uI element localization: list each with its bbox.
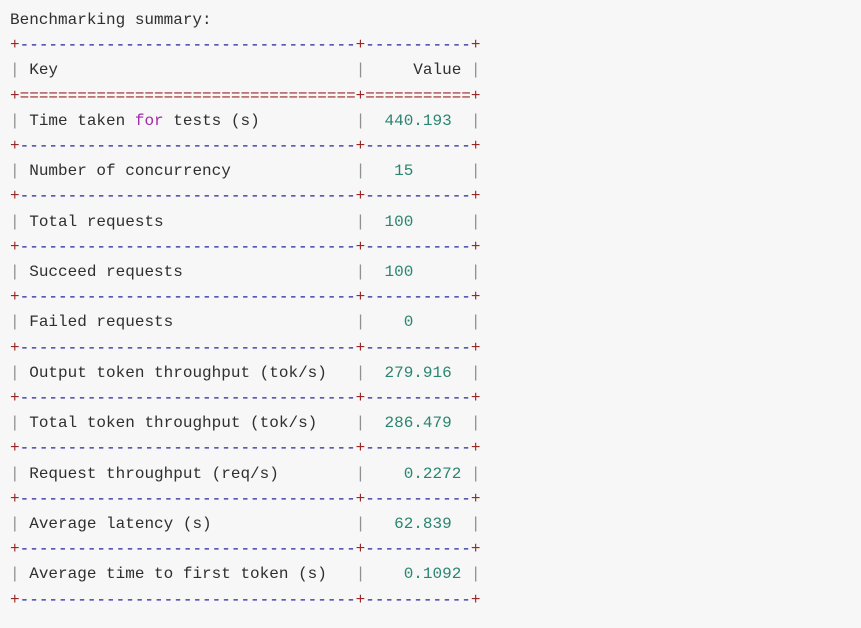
table-border: +-----------------------------------+---… <box>10 36 481 54</box>
table-row: | Failed requests | 0 | <box>10 313 481 331</box>
table-row: | Total token throughput (tok/s) | 286.4… <box>10 414 481 432</box>
table-row: | Total requests | 100 | <box>10 213 481 231</box>
table-row: | Number of concurrency | 15 | <box>10 162 481 180</box>
table-border: +-----------------------------------+---… <box>10 288 481 306</box>
table-border: +-----------------------------------+---… <box>10 389 481 407</box>
table-border: +-----------------------------------+---… <box>10 439 481 457</box>
table-border: +-----------------------------------+---… <box>10 540 481 558</box>
table-border: +-----------------------------------+---… <box>10 490 481 508</box>
benchmark-table: +-----------------------------------+---… <box>10 36 481 608</box>
summary-title: Benchmarking summary: <box>10 11 212 29</box>
table-row: | Average time to first token (s) | 0.10… <box>10 565 481 583</box>
table-row: | Succeed requests | 100 | <box>10 263 481 281</box>
table-border: +===================================+===… <box>10 87 481 105</box>
benchmark-output: Benchmarking summary: +-----------------… <box>0 0 861 613</box>
table-border: +-----------------------------------+---… <box>10 187 481 205</box>
table-border: +-----------------------------------+---… <box>10 339 481 357</box>
table-header-row: | Key | Value | <box>10 61 481 79</box>
table-row: | Time taken for tests (s) | 440.193 | <box>10 112 481 130</box>
table-row: | Request throughput (req/s) | 0.2272 | <box>10 465 481 483</box>
table-border: +-----------------------------------+---… <box>10 591 481 609</box>
table-row: | Average latency (s) | 62.839 | <box>10 515 481 533</box>
table-border: +-----------------------------------+---… <box>10 137 481 155</box>
table-row: | Output token throughput (tok/s) | 279.… <box>10 364 481 382</box>
table-border: +-----------------------------------+---… <box>10 238 481 256</box>
